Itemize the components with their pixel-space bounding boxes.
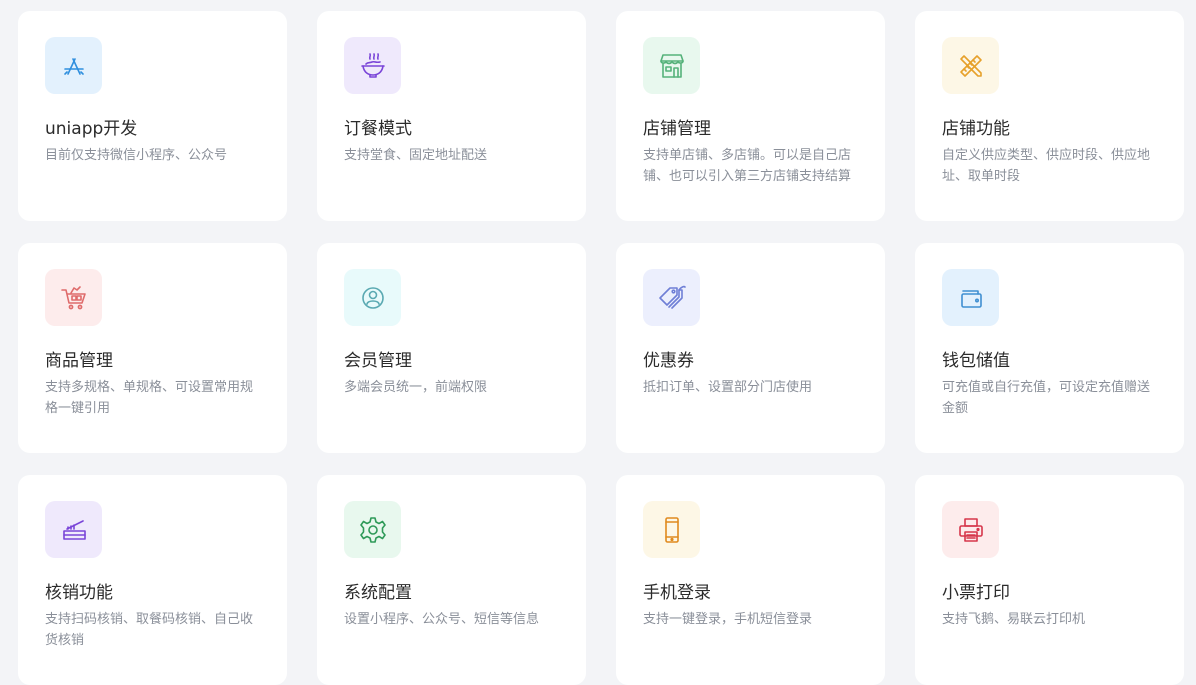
icon-box — [45, 269, 102, 326]
feature-desc: 支持一键登录，手机短信登录 — [643, 612, 813, 627]
icon-box — [344, 37, 401, 94]
mobile-phone-icon — [664, 516, 679, 543]
feature-card[interactable]: 订餐模式 支持堂食、固定地址配送 — [317, 11, 586, 221]
feature-title: uniapp开发 — [45, 119, 138, 139]
storefront-icon — [659, 53, 684, 78]
shopping-cart-icon — [60, 285, 86, 309]
feature-desc: 支持堂食、固定地址配送 — [344, 148, 488, 163]
pencil-ruler-icon — [959, 54, 982, 77]
icon-box — [643, 269, 700, 326]
feature-card[interactable]: 系统配置 设置小程序、公众号、短信等信息 — [317, 475, 586, 685]
feature-card[interactable]: 商品管理 支持多规格、单规格、可设置常用规格一键引用 — [18, 243, 287, 453]
feature-title: 钱包储值 — [942, 351, 1010, 371]
scanner-icon — [62, 519, 86, 540]
feature-card[interactable]: 优惠券 抵扣订单、设置部分门店使用 — [616, 243, 885, 453]
gear-icon — [359, 516, 386, 543]
feature-title: 店铺功能 — [942, 119, 1010, 139]
feature-card[interactable]: 店铺管理 支持单店铺、多店铺。可以是自己店铺、也可以引入第三方店铺支持结算 — [616, 11, 885, 221]
feature-card[interactable]: 小票打印 支持飞鹅、易联云打印机 — [915, 475, 1184, 685]
feature-card[interactable]: 钱包储值 可充值或自行充值，可设定充值赠送金额 — [915, 243, 1184, 453]
feature-title: 小票打印 — [942, 583, 1010, 603]
feature-title: 订餐模式 — [344, 119, 412, 139]
icon-box — [942, 37, 999, 94]
feature-desc: 支持单店铺、多店铺。可以是自己店铺、也可以引入第三方店铺支持结算 — [643, 148, 852, 184]
member-icon — [361, 286, 384, 309]
feature-desc: 多端会员统一，前端权限 — [344, 380, 488, 395]
feature-card[interactable]: 手机登录 支持一键登录，手机短信登录 — [616, 475, 885, 685]
feature-title: 系统配置 — [344, 583, 412, 603]
feature-grid: uniapp开发 目前仅支持微信小程序、公众号 订餐模式 支持堂食、固定地址配送 — [18, 11, 1184, 685]
coupon-tag-icon — [658, 285, 686, 309]
app-store-icon — [63, 57, 84, 75]
feature-title: 店铺管理 — [643, 119, 711, 139]
feature-desc: 目前仅支持微信小程序、公众号 — [45, 148, 228, 163]
feature-title: 会员管理 — [344, 351, 412, 371]
feature-desc: 自定义供应类型、供应时段、供应地址、取单时段 — [942, 148, 1151, 184]
icon-box — [344, 501, 401, 558]
feature-card[interactable]: 核销功能 支持扫码核销、取餐码核销、自己收货核销 — [18, 475, 287, 685]
icon-box — [643, 37, 700, 94]
printer-icon — [958, 517, 983, 542]
feature-title: 优惠券 — [643, 351, 694, 371]
feature-card[interactable]: 会员管理 多端会员统一，前端权限 — [317, 243, 586, 453]
wallet-icon — [960, 289, 982, 308]
feature-title: 手机登录 — [643, 583, 711, 603]
feature-desc: 可充值或自行充值，可设定充值赠送金额 — [942, 380, 1151, 416]
feature-desc: 支持飞鹅、易联云打印机 — [942, 612, 1086, 627]
feature-title: 核销功能 — [45, 583, 113, 603]
icon-box — [942, 269, 999, 326]
noodle-bowl-icon — [360, 52, 385, 78]
icon-box — [942, 501, 999, 558]
icon-box — [45, 37, 102, 94]
feature-card[interactable]: 店铺功能 自定义供应类型、供应时段、供应地址、取单时段 — [915, 11, 1184, 221]
feature-desc: 支持扫码核销、取餐码核销、自己收货核销 — [45, 612, 254, 648]
icon-box — [344, 269, 401, 326]
feature-desc: 设置小程序、公众号、短信等信息 — [344, 612, 540, 627]
icon-box — [643, 501, 700, 558]
feature-desc: 抵扣订单、设置部分门店使用 — [643, 380, 813, 395]
feature-desc: 支持多规格、单规格、可设置常用规格一键引用 — [45, 380, 254, 416]
feature-title: 商品管理 — [45, 351, 113, 371]
feature-card[interactable]: uniapp开发 目前仅支持微信小程序、公众号 — [18, 11, 287, 221]
icon-box — [45, 501, 102, 558]
